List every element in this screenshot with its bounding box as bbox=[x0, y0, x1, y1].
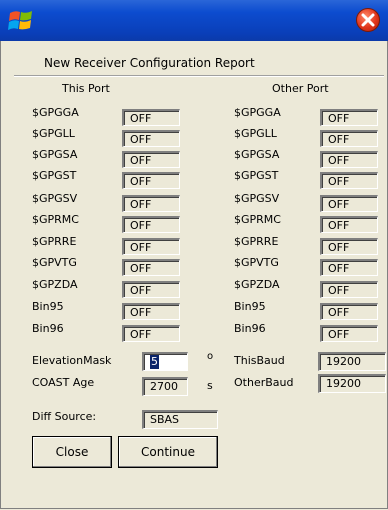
close-icon[interactable] bbox=[356, 8, 380, 32]
other-port-sentence-label: $GPRMC bbox=[234, 213, 281, 226]
this-port-sentence-label: $GPGLL bbox=[32, 127, 75, 140]
degree-unit: o bbox=[207, 351, 214, 362]
this-port-status-field[interactable]: OFF bbox=[122, 238, 180, 255]
other-port-header: Other Port bbox=[272, 82, 329, 95]
other-port-status-field[interactable]: OFF bbox=[320, 216, 378, 233]
this-port-status-field[interactable]: OFF bbox=[122, 259, 180, 276]
windows-flag-icon[interactable] bbox=[6, 6, 36, 36]
diff-source-label: Diff Source: bbox=[32, 410, 97, 423]
this-baud-label: ThisBaud bbox=[234, 354, 285, 367]
other-port-status-field[interactable]: OFF bbox=[320, 172, 378, 189]
other-port-status-field[interactable]: OFF bbox=[320, 151, 378, 168]
this-port-sentence-label: $GPGSV bbox=[32, 192, 78, 205]
other-port-sentence-label: $GPGSA bbox=[234, 148, 280, 161]
other-port-sentence-label: $GPGST bbox=[234, 169, 279, 182]
this-port-sentence-label: $GPGST bbox=[32, 169, 77, 182]
this-port-sentence-label: $GPGGA bbox=[32, 106, 79, 119]
other-port-sentence-label: $GPGLL bbox=[234, 127, 277, 140]
this-port-status-field[interactable]: OFF bbox=[122, 151, 180, 168]
this-port-sentence-label: Bin96 bbox=[32, 322, 64, 335]
elevation-mask-label: ElevationMask bbox=[32, 354, 112, 367]
other-port-status-field[interactable]: OFF bbox=[320, 109, 378, 126]
this-port-header: This Port bbox=[62, 82, 110, 95]
other-port-sentence-label: Bin95 bbox=[234, 300, 266, 313]
this-port-status-field[interactable]: OFF bbox=[122, 303, 180, 320]
close-button[interactable]: Close bbox=[32, 436, 112, 468]
this-port-sentence-label: $GPRMC bbox=[32, 213, 79, 226]
other-port-sentence-label: $GPGSV bbox=[234, 192, 280, 205]
other-port-status-field[interactable]: OFF bbox=[320, 259, 378, 276]
coast-age-input[interactable]: 2700 bbox=[142, 377, 188, 396]
this-port-sentence-label: $GPGSA bbox=[32, 148, 78, 161]
title-bar bbox=[0, 0, 388, 41]
continue-button[interactable]: Continue bbox=[118, 436, 218, 468]
diff-source-input[interactable]: SBAS bbox=[142, 410, 218, 429]
this-port-sentence-label: $GPRRE bbox=[32, 235, 77, 248]
other-port-status-field[interactable]: OFF bbox=[320, 303, 378, 320]
this-port-sentence-label: $GPZDA bbox=[32, 278, 78, 291]
other-port-sentence-label: $GPZDA bbox=[234, 278, 280, 291]
other-port-sentence-label: $GPGGA bbox=[234, 106, 281, 119]
elevation-mask-value: 5 bbox=[150, 355, 159, 369]
other-port-status-field[interactable]: OFF bbox=[320, 195, 378, 212]
this-port-status-field[interactable]: OFF bbox=[122, 325, 180, 342]
this-port-status-field[interactable]: OFF bbox=[122, 216, 180, 233]
this-port-status-field[interactable]: OFF bbox=[122, 130, 180, 147]
other-port-sentence-label: $GPVTG bbox=[234, 256, 279, 269]
coast-age-label: COAST Age bbox=[32, 376, 95, 389]
other-port-sentence-label: Bin96 bbox=[234, 322, 266, 335]
this-port-sentence-label: Bin95 bbox=[32, 300, 64, 313]
this-port-status-field[interactable]: OFF bbox=[122, 195, 180, 212]
other-port-status-field[interactable]: OFF bbox=[320, 281, 378, 298]
other-port-status-field[interactable]: OFF bbox=[320, 238, 378, 255]
report-title: New Receiver Configuration Report bbox=[44, 56, 255, 70]
other-port-status-field[interactable]: OFF bbox=[320, 325, 378, 342]
title-separator bbox=[14, 75, 384, 77]
other-port-status-field[interactable]: OFF bbox=[320, 130, 378, 147]
seconds-unit: s bbox=[207, 379, 213, 392]
this-port-status-field[interactable]: OFF bbox=[122, 281, 180, 298]
this-baud-input[interactable]: 19200 bbox=[318, 352, 386, 371]
this-port-status-field[interactable]: OFF bbox=[122, 109, 180, 126]
elevation-mask-input[interactable]: 5 bbox=[142, 352, 188, 371]
other-baud-input[interactable]: 19200 bbox=[318, 374, 386, 393]
this-port-status-field[interactable]: OFF bbox=[122, 172, 180, 189]
this-port-sentence-label: $GPVTG bbox=[32, 256, 77, 269]
other-port-sentence-label: $GPRRE bbox=[234, 235, 279, 248]
other-baud-label: OtherBaud bbox=[234, 376, 294, 389]
